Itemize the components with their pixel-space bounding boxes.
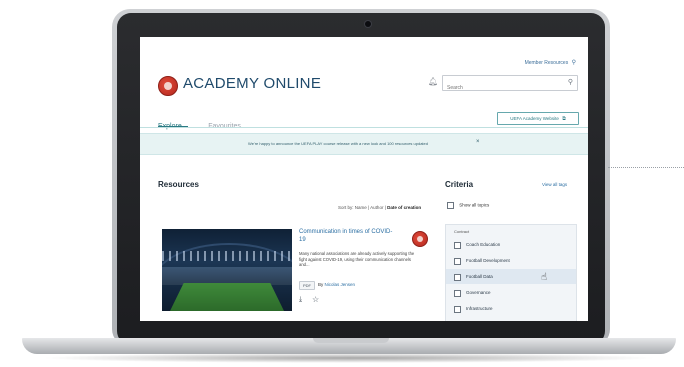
- topic-label: Coach Education: [466, 242, 501, 247]
- topic-football-data[interactable]: Football Data: [446, 269, 576, 284]
- checkbox-icon[interactable]: [454, 306, 461, 313]
- sort-options[interactable]: Sort by: Name | Author | Date of creatio…: [338, 205, 421, 210]
- topics-list: Contract Coach Education Football Develo…: [445, 224, 577, 321]
- search-box[interactable]: ⚲: [442, 75, 578, 94]
- external-link-icon: ⧉: [562, 116, 566, 122]
- pointer-line: [608, 167, 684, 168]
- bell-icon[interactable]: 🔔︎: [428, 77, 438, 86]
- member-resources-label: Member Resources: [524, 60, 569, 66]
- sort-options-label: Sort by: Name | Author |: [338, 205, 386, 210]
- visit-website-button[interactable]: UEFA Academy Website ⧉: [497, 112, 579, 125]
- view-all-tags-link[interactable]: View all tags: [542, 182, 567, 187]
- camera-icon: [365, 21, 371, 27]
- author-name: Nicolas Jensen: [324, 282, 356, 287]
- page-title: ACADEMY ONLINE: [183, 75, 322, 92]
- checkbox-icon[interactable]: [454, 274, 461, 281]
- topic-label: Infrastructure: [466, 306, 493, 311]
- tabs-divider: [140, 127, 588, 128]
- show-all-topics-label: Show all topics: [459, 202, 490, 208]
- stadium-pitch: [170, 283, 284, 311]
- topic-infrastructure[interactable]: Infrastructure: [446, 301, 576, 316]
- star-icon[interactable]: ☆: [312, 295, 319, 304]
- topic-football-development[interactable]: Football Development: [446, 253, 576, 268]
- show-all-topics-checkbox[interactable]: Show all topics: [447, 202, 489, 209]
- stadium-lights: [162, 251, 292, 261]
- laptop-screen: Member Resources ⚲ ACADEMY ONLINE 🔔︎ ⚲ E…: [140, 37, 588, 321]
- visit-website-label: UEFA Academy Website: [510, 116, 559, 121]
- laptop-shadow: [40, 353, 658, 363]
- laptop-notch: [313, 338, 389, 343]
- search-icon[interactable]: ⚲: [568, 78, 573, 86]
- stadium-stands: [162, 267, 292, 285]
- close-icon[interactable]: ×: [476, 139, 480, 145]
- checkbox-icon[interactable]: [447, 202, 454, 209]
- uefa-badge-icon: [412, 231, 428, 247]
- resource-thumbnail[interactable]: [162, 229, 292, 311]
- author-prefix: By: [318, 282, 324, 287]
- banner-text: We're happy to announce the UEFA PLAY co…: [248, 141, 428, 146]
- resource-title[interactable]: Communication in times of COVID-19: [299, 229, 399, 244]
- hand-cursor-icon: ☝︎: [541, 272, 548, 283]
- topic-coach-education[interactable]: Coach Education: [446, 237, 576, 252]
- member-resources-link[interactable]: Member Resources ⚲: [525, 59, 576, 66]
- download-icon[interactable]: ⤓: [299, 296, 302, 304]
- sort-active-option[interactable]: Date of creation: [387, 205, 421, 210]
- resource-type-badge: PDF: [299, 281, 315, 290]
- checkbox-icon[interactable]: [454, 258, 461, 265]
- topic-label: Governance: [466, 290, 491, 295]
- topic-label: Football Data: [466, 274, 493, 279]
- tabs: Explore Favourites: [158, 115, 263, 133]
- user-icon: ⚲: [571, 60, 576, 66]
- topic-governance[interactable]: Governance: [446, 285, 576, 300]
- topics-header: Contract: [454, 229, 470, 234]
- uefa-logo[interactable]: [158, 76, 178, 96]
- resources-title: Resources: [158, 180, 199, 189]
- checkbox-icon[interactable]: [454, 242, 461, 249]
- resource-author[interactable]: By Nicolas Jensen: [318, 282, 355, 287]
- topic-label: Football Development: [466, 258, 510, 263]
- checkbox-icon[interactable]: [454, 290, 461, 297]
- announcement-banner: We're happy to announce the UEFA PLAY co…: [140, 133, 588, 155]
- criteria-title: Criteria: [445, 180, 474, 189]
- search-input[interactable]: [443, 82, 557, 94]
- resource-description: Many national associations are already a…: [299, 251, 415, 267]
